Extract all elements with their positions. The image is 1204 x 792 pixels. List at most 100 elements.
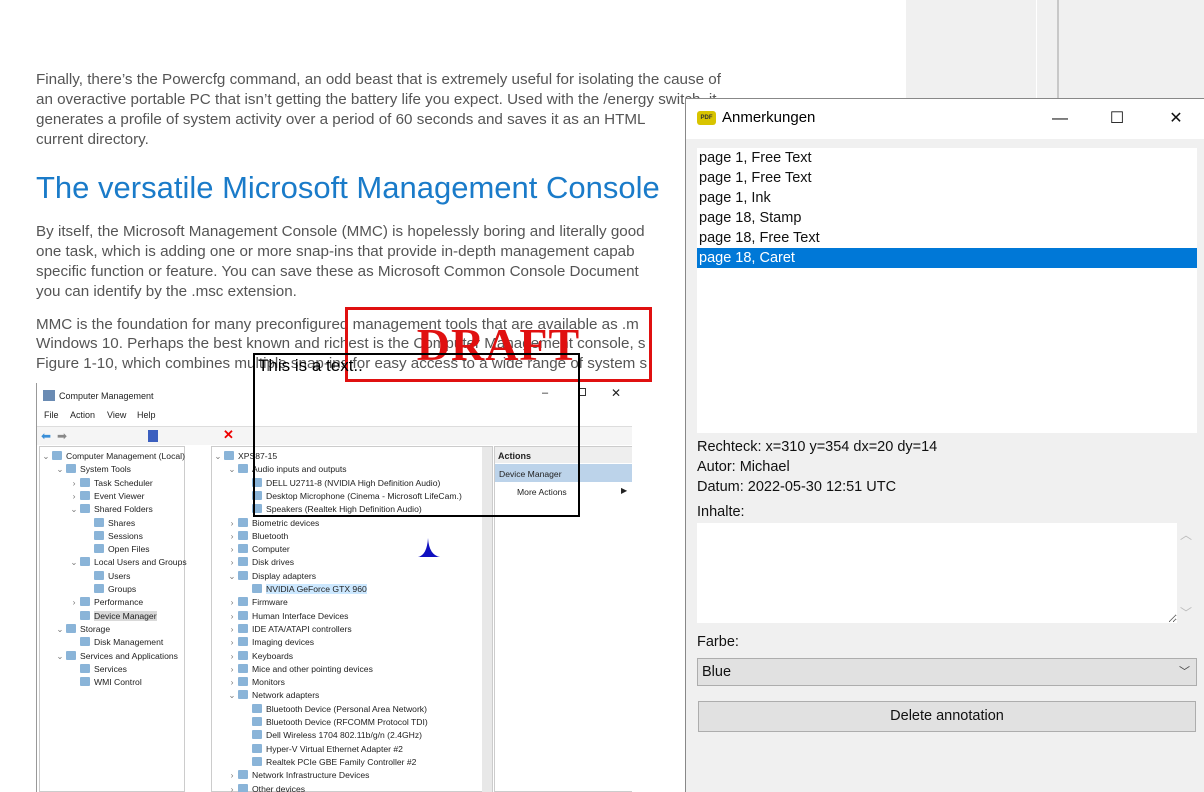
- tree-item[interactable]: WMI Control: [68, 676, 142, 689]
- chevron-right-icon[interactable]: ›: [68, 490, 80, 503]
- tree-item[interactable]: › Network Infrastructure Devices: [226, 769, 369, 782]
- chevron-right-icon[interactable]: ›: [68, 477, 80, 490]
- splitter[interactable]: [1057, 0, 1059, 98]
- tree-item[interactable]: › Computer: [226, 543, 290, 556]
- tree-item-label: Bluetooth Device (RFCOMM Protocol TDI): [266, 717, 428, 727]
- chevron-down-icon[interactable]: ⌄: [54, 650, 66, 663]
- tree-item[interactable]: › Disk drives: [226, 556, 294, 569]
- color-select-value: Blue: [702, 664, 732, 680]
- tree-node-icon: [94, 584, 104, 593]
- tree-item[interactable]: NVIDIA GeForce GTX 960: [240, 583, 367, 596]
- tree-item[interactable]: › Mice and other pointing devices: [226, 663, 373, 676]
- tree-item[interactable]: Open Files: [82, 543, 150, 556]
- tree-item[interactable]: › Human Interface Devices: [226, 610, 348, 623]
- date-info: Datum: 2022-05-30 12:51 UTC: [697, 479, 897, 495]
- minimize-button[interactable]: —: [1037, 99, 1083, 139]
- chevron-right-icon[interactable]: ›: [226, 650, 238, 663]
- tree-item[interactable]: ⌄ Shared Folders: [68, 503, 153, 516]
- delete-annotation-button[interactable]: Delete annotation: [698, 701, 1196, 732]
- chevron-right-icon[interactable]: ›: [226, 610, 238, 623]
- chevron-right-icon[interactable]: ›: [226, 769, 238, 782]
- tree-node-icon: [238, 770, 248, 780]
- chevron-right-icon[interactable]: ›: [226, 636, 238, 649]
- free-text-annotation[interactable]: This is a text..: [253, 353, 580, 517]
- tree-item[interactable]: › Event Viewer: [68, 490, 144, 503]
- tree-item[interactable]: Realtek PCIe GBE Family Controller #2: [240, 756, 416, 769]
- chevron-right-icon[interactable]: ›: [226, 663, 238, 676]
- tree-item[interactable]: › Keyboards: [226, 650, 293, 663]
- tree-item[interactable]: Sessions: [82, 530, 143, 543]
- chevron-right-icon[interactable]: ›: [68, 596, 80, 609]
- color-select[interactable]: Blue ﹀: [697, 658, 1197, 686]
- tree-item[interactable]: Hyper-V Virtual Ethernet Adapter #2: [240, 743, 403, 756]
- tree-item[interactable]: › Firmware: [226, 596, 288, 609]
- tree-item-label: Services and Applications: [80, 650, 178, 661]
- tree-node-icon: [238, 557, 248, 567]
- chevron-down-icon[interactable]: ⌄: [226, 570, 238, 583]
- annotation-list-item[interactable]: page 18, Free Text: [697, 228, 1197, 248]
- tree-item[interactable]: › Monitors: [226, 676, 285, 689]
- tree-item[interactable]: › Other devices: [226, 783, 305, 792]
- tree-item[interactable]: › Imaging devices: [226, 636, 314, 649]
- tree-item[interactable]: Shares: [82, 517, 135, 530]
- maximize-button[interactable]: ☐: [1094, 99, 1140, 139]
- tree-item[interactable]: Device Manager: [68, 610, 157, 623]
- tree-item[interactable]: › Performance: [68, 596, 143, 609]
- tree-item[interactable]: ⌄ Storage: [54, 623, 110, 636]
- annotation-list-item[interactable]: page 1, Free Text: [697, 148, 1197, 168]
- tree-item-label: Shares: [108, 517, 136, 528]
- chevron-down-icon[interactable]: ⌄: [40, 450, 52, 463]
- tree-item[interactable]: › Task Scheduler: [68, 477, 153, 490]
- tree-item[interactable]: ⌄ System Tools: [54, 463, 131, 476]
- chevron-right-icon[interactable]: ›: [226, 676, 238, 689]
- tree-item[interactable]: › Biometric devices: [226, 517, 319, 530]
- caret-annotation-icon[interactable]: [418, 538, 440, 558]
- chevron-right-icon[interactable]: ›: [226, 623, 238, 636]
- annotation-list-item[interactable]: page 1, Ink: [697, 188, 1197, 208]
- tree-item[interactable]: Bluetooth Device (RFCOMM Protocol TDI): [240, 716, 428, 729]
- tree-node-icon: [238, 677, 248, 687]
- tree-node-icon: [238, 637, 248, 647]
- tree-item[interactable]: › IDE ATA/ATAPI controllers: [226, 623, 352, 636]
- chevron-right-icon[interactable]: ›: [226, 530, 238, 543]
- chevron-right-icon[interactable]: ›: [226, 517, 238, 530]
- tree-item[interactable]: Services: [68, 663, 127, 676]
- tree-item[interactable]: › Bluetooth: [226, 530, 288, 543]
- tree-item[interactable]: ⌄ Display adapters: [226, 570, 316, 583]
- tree-item[interactable]: Dell Wireless 1704 802.11b/g/n (2.4GHz): [240, 729, 422, 742]
- scroll-down-icon[interactable]: ﹀: [1180, 604, 1192, 621]
- chevron-right-icon[interactable]: ›: [226, 596, 238, 609]
- scroll-up-icon[interactable]: ︿: [1180, 526, 1192, 543]
- tree-item[interactable]: Groups: [82, 583, 136, 596]
- tree-item[interactable]: ⌄ Network adapters: [226, 689, 319, 702]
- chevron-down-icon[interactable]: ⌄: [54, 623, 66, 636]
- tree-item[interactable]: ⌄ Services and Applications: [54, 650, 178, 663]
- tree-item[interactable]: Disk Management: [68, 636, 163, 649]
- tree-item[interactable]: Users: [82, 570, 130, 583]
- tree-item[interactable]: ⌄ Computer Management (Local): [40, 450, 185, 463]
- color-label: Farbe:: [697, 634, 739, 650]
- chevron-right-icon[interactable]: ›: [226, 556, 238, 569]
- chevron-down-icon[interactable]: ⌄: [226, 689, 238, 702]
- chevron-right-icon[interactable]: ›: [226, 543, 238, 556]
- delete-icon: ✕: [223, 427, 234, 442]
- contents-textarea[interactable]: [697, 523, 1177, 623]
- annotation-list-item[interactable]: page 1, Free Text: [697, 168, 1197, 188]
- chevron-down-icon[interactable]: ⌄: [54, 463, 66, 476]
- chevron-down-icon[interactable]: ⌄: [212, 450, 224, 463]
- tree-item[interactable]: Bluetooth Device (Personal Area Network): [240, 703, 427, 716]
- dialog-titlebar[interactable]: PDF Anmerkungen — ☐ ✕: [686, 99, 1204, 139]
- chevron-down-icon[interactable]: ⌄: [68, 556, 80, 569]
- chevron-down-icon[interactable]: ⌄: [226, 463, 238, 476]
- annotation-list-item-selected[interactable]: page 18, Caret: [697, 248, 1197, 268]
- chevron-down-icon[interactable]: ⌄: [68, 503, 80, 516]
- pdf-app-icon: PDF: [697, 111, 716, 125]
- annotation-list-item[interactable]: page 18, Stamp: [697, 208, 1197, 228]
- section-heading: The versatile Microsoft Management Conso…: [36, 170, 660, 205]
- tree-item[interactable]: ⌄ Local Users and Groups: [68, 556, 187, 569]
- menu-file: File: [44, 410, 59, 420]
- close-button[interactable]: ✕: [1153, 99, 1199, 139]
- chevron-right-icon[interactable]: ›: [226, 783, 238, 792]
- annotation-list[interactable]: page 1, Free Text page 1, Free Text page…: [697, 148, 1197, 433]
- rect-info: Rechteck: x=310 y=354 dx=20 dy=14: [697, 439, 938, 455]
